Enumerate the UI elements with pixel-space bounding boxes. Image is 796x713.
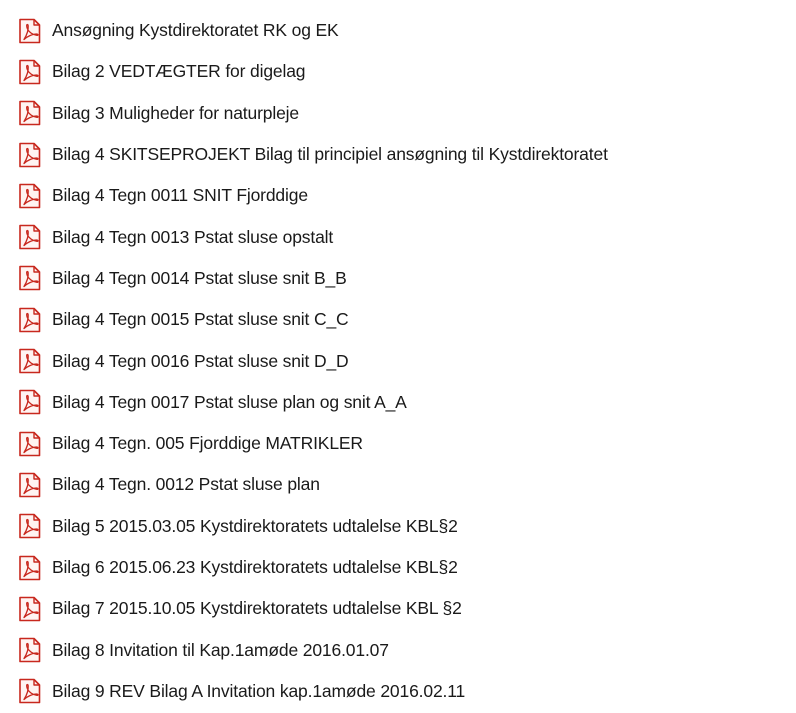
file-list-item[interactable]: Bilag 4 SKITSEPROJEKT Bilag til principi… xyxy=(17,134,796,175)
file-name: Bilag 6 2015.06.23 Kystdirektoratets udt… xyxy=(52,557,458,577)
file-list-item[interactable]: Bilag 9 REV Bilag A Invitation kap.1amød… xyxy=(17,671,796,712)
file-list-item[interactable]: Bilag 7 2015.10.05 Kystdirektoratets udt… xyxy=(17,588,796,629)
file-list-item[interactable]: Bilag 4 Tegn 0011 SNIT Fjorddige xyxy=(17,175,796,216)
pdf-file-icon xyxy=(17,18,43,44)
file-name: Bilag 4 Tegn 0015 Pstat sluse snit C_C xyxy=(52,309,349,330)
pdf-file-icon xyxy=(17,513,43,539)
file-name: Bilag 3 Muligheder for naturpleje xyxy=(52,102,300,123)
file-list-item[interactable]: Bilag 4 Tegn 0014 Pstat sluse snit B_B xyxy=(17,258,796,299)
file-list-item[interactable]: Bilag 4 Tegn. 005 Fjorddige MATRIKLER xyxy=(17,423,796,464)
file-list: Ansøgning Kystdirektoratet RK og EK Bila… xyxy=(17,10,796,712)
file-name: Ansøgning Kystdirektoratet RK og EK xyxy=(52,20,339,41)
file-list-item[interactable]: Bilag 4 Tegn. 0012 Pstat sluse plan xyxy=(17,464,796,505)
file-list-item[interactable]: Bilag 4 Tegn 0013 Pstat sluse opstalt xyxy=(17,216,796,257)
pdf-file-icon xyxy=(17,59,43,85)
file-name: Bilag 4 Tegn 0017 Pstat sluse plan og sn… xyxy=(52,391,407,412)
file-name: Bilag 4 Tegn 0013 Pstat sluse opstalt xyxy=(52,226,334,247)
pdf-file-icon xyxy=(17,348,43,374)
file-name: Bilag 4 SKITSEPROJEKT Bilag til principi… xyxy=(52,144,608,165)
file-name: Bilag 4 Tegn 0014 Pstat sluse snit B_B xyxy=(52,267,347,288)
file-list-item[interactable]: Bilag 2 VEDTÆGTER for digelag xyxy=(17,51,796,92)
pdf-file-icon xyxy=(17,100,43,126)
file-list-item[interactable]: Bilag 4 Tegn 0015 Pstat sluse snit C_C xyxy=(17,299,796,340)
file-name: Bilag 7 2015.10.05 Kystdirektoratets udt… xyxy=(52,598,462,619)
file-list-item[interactable]: Bilag 4 Tegn 0017 Pstat sluse plan og sn… xyxy=(17,382,796,423)
file-name: Bilag 4 Tegn. 005 Fjorddige MATRIKLER xyxy=(52,433,363,454)
file-list-item[interactable]: Bilag 3 Muligheder for naturpleje xyxy=(17,93,796,134)
pdf-file-icon xyxy=(17,637,43,663)
pdf-file-icon xyxy=(17,431,43,457)
pdf-file-icon xyxy=(17,678,43,704)
file-name: Bilag 4 Tegn 0016 Pstat sluse snit D_D xyxy=(52,350,349,371)
pdf-file-icon xyxy=(17,265,43,291)
pdf-file-icon xyxy=(17,389,43,415)
file-name: Bilag 2 VEDTÆGTER for digelag xyxy=(52,61,306,82)
file-name: Bilag 4 Tegn. 0012 Pstat sluse plan xyxy=(52,474,320,495)
file-name: Bilag 8 Invitation til Kap.1amøde 2016.0… xyxy=(52,639,389,660)
file-list-item[interactable]: Bilag 4 Tegn 0016 Pstat sluse snit D_D xyxy=(17,340,796,381)
file-list-item[interactable]: Ansøgning Kystdirektoratet RK og EK xyxy=(17,10,796,51)
pdf-file-icon xyxy=(17,555,43,581)
file-name: Bilag 5 2015.03.05 Kystdirektoratets udt… xyxy=(52,515,458,536)
file-list-item[interactable]: Bilag 8 Invitation til Kap.1amøde 2016.0… xyxy=(17,629,796,670)
pdf-file-icon xyxy=(17,472,43,498)
file-name: Bilag 4 Tegn 0011 SNIT Fjorddige xyxy=(52,185,308,206)
file-name: Bilag 9 REV Bilag A Invitation kap.1amød… xyxy=(52,680,466,701)
pdf-file-icon xyxy=(17,596,43,622)
file-list-item[interactable]: Bilag 5 2015.03.05 Kystdirektoratets udt… xyxy=(17,506,796,547)
file-list-item[interactable]: Bilag 6 2015.06.23 Kystdirektoratets udt… xyxy=(17,547,796,588)
pdf-file-icon xyxy=(17,224,43,250)
pdf-file-icon xyxy=(17,183,43,209)
pdf-file-icon xyxy=(17,142,43,168)
pdf-file-icon xyxy=(17,307,43,333)
